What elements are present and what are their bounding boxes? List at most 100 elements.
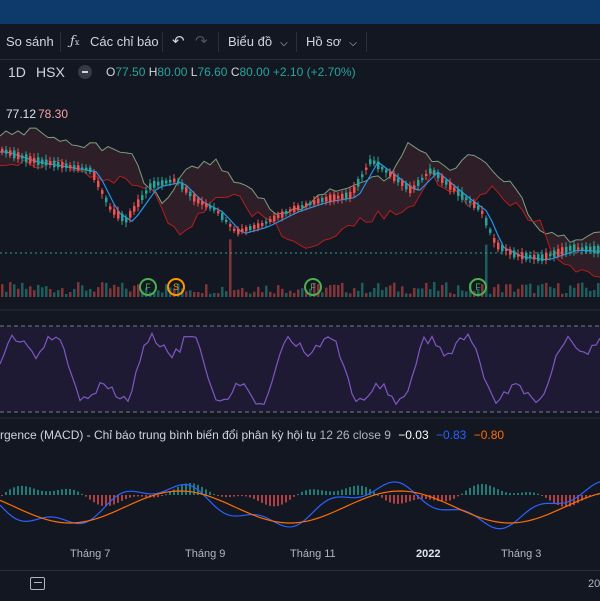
rsi-band-background	[0, 326, 600, 412]
macd-histogram-bar	[361, 486, 363, 495]
candle-body	[209, 205, 212, 208]
candle-body	[257, 223, 260, 228]
volume-bar	[225, 291, 228, 297]
chart-type-button[interactable]: Biểu đồ⌵	[228, 24, 288, 59]
candle-body	[389, 172, 392, 177]
candle-body	[341, 194, 344, 199]
candle-body	[325, 197, 328, 202]
macd-histogram-bar	[257, 495, 259, 501]
macd-histogram-value: −0.03	[398, 428, 428, 442]
volume-bar	[125, 289, 128, 297]
volume-bar	[501, 292, 504, 297]
macd-histogram-bar	[181, 485, 183, 495]
macd-histogram-bar	[165, 494, 167, 495]
volume-bar	[389, 285, 392, 297]
earnings-marker[interactable]: F	[304, 278, 322, 296]
volume-bar	[553, 288, 556, 297]
candle-body	[309, 202, 312, 205]
macd-histogram-bar	[505, 492, 507, 495]
fx-icon[interactable]: ƒx	[70, 24, 79, 59]
candle-body	[461, 192, 464, 200]
profile-button[interactable]: Hồ sơ⌵	[306, 24, 357, 59]
volume-bar	[289, 291, 292, 297]
eye-icon[interactable]	[78, 65, 92, 79]
candle-body	[465, 197, 468, 200]
candle-body	[329, 195, 332, 203]
volume-bar	[29, 286, 32, 297]
calendar-range-icon[interactable]	[30, 577, 45, 590]
candle-body	[365, 168, 368, 170]
toolbar-divider	[366, 32, 367, 52]
candle-body	[585, 246, 588, 252]
volume-bar	[37, 285, 40, 297]
candle-body	[177, 181, 180, 184]
macd-histogram-bar	[21, 486, 23, 495]
volume-bar	[5, 292, 8, 297]
redo-icon[interactable]: ↷	[195, 24, 208, 59]
candle-body	[153, 181, 156, 188]
undo-icon[interactable]: ↶	[172, 24, 185, 59]
candle-body	[397, 178, 400, 182]
exchange-label[interactable]: HSX	[36, 62, 65, 82]
candle-body	[61, 162, 64, 168]
earnings-marker[interactable]: F	[469, 278, 487, 296]
candle-body	[225, 220, 228, 222]
macd-histogram-bar	[13, 487, 15, 495]
candle-body	[337, 196, 340, 199]
time-label: Tháng 3	[501, 548, 541, 560]
macd-histogram-bar	[1, 495, 3, 496]
candle-body	[581, 247, 584, 249]
volume-bar	[241, 288, 244, 297]
macd-histogram-bar	[349, 487, 351, 495]
candle-body	[37, 157, 40, 165]
volume-bar	[285, 293, 288, 297]
candle-body	[537, 254, 540, 261]
candle-body	[213, 207, 216, 210]
candle-body	[1, 149, 4, 152]
indicators-button[interactable]: Các chỉ báo	[90, 24, 159, 59]
candle-body	[81, 167, 84, 169]
macd-histogram-bar	[53, 491, 55, 495]
candle-body	[569, 246, 572, 251]
volume-bar	[361, 283, 364, 297]
compare-button[interactable]: So sánh	[6, 24, 54, 59]
candle-body	[169, 180, 172, 183]
volume-bar	[349, 293, 352, 297]
volume-bar	[213, 293, 216, 297]
price-chart[interactable]	[0, 60, 600, 570]
macd-histogram-bar	[461, 494, 463, 495]
candle-body	[377, 161, 380, 169]
macd-pane	[0, 482, 600, 529]
candle-body	[417, 180, 420, 186]
open-value: 77.50	[115, 65, 145, 79]
volume-bar	[321, 292, 324, 297]
macd-histogram-bar	[397, 495, 399, 504]
candle-body	[517, 254, 520, 257]
candle-body	[101, 190, 104, 194]
macd-histogram-bar	[125, 495, 127, 499]
candle-body	[393, 174, 396, 181]
macd-histogram-bar	[413, 495, 415, 500]
candle-body	[265, 221, 268, 223]
candle-body	[121, 214, 124, 222]
macd-histogram-bar	[457, 495, 459, 496]
volume-bar	[13, 284, 16, 297]
candle-body	[497, 243, 500, 250]
earnings-marker[interactable]: F	[139, 278, 157, 296]
volume-bar	[45, 286, 48, 297]
macd-histogram-bar	[265, 495, 267, 505]
macd-histogram-bar	[129, 495, 131, 498]
macd-histogram-bar	[137, 495, 139, 496]
macd-histogram-bar	[405, 495, 407, 502]
candle-body	[349, 192, 352, 199]
macd-histogram-bar	[277, 495, 279, 506]
macd-histogram-bar	[45, 491, 47, 495]
toolbar-divider	[162, 32, 163, 52]
volume-bar	[437, 291, 440, 297]
volume-bar	[245, 292, 248, 297]
volume-bar	[113, 285, 116, 297]
candle-body	[261, 223, 264, 226]
split-marker[interactable]: S	[167, 278, 185, 296]
interval-label[interactable]: 1D	[8, 62, 26, 82]
candle-body	[201, 201, 204, 204]
